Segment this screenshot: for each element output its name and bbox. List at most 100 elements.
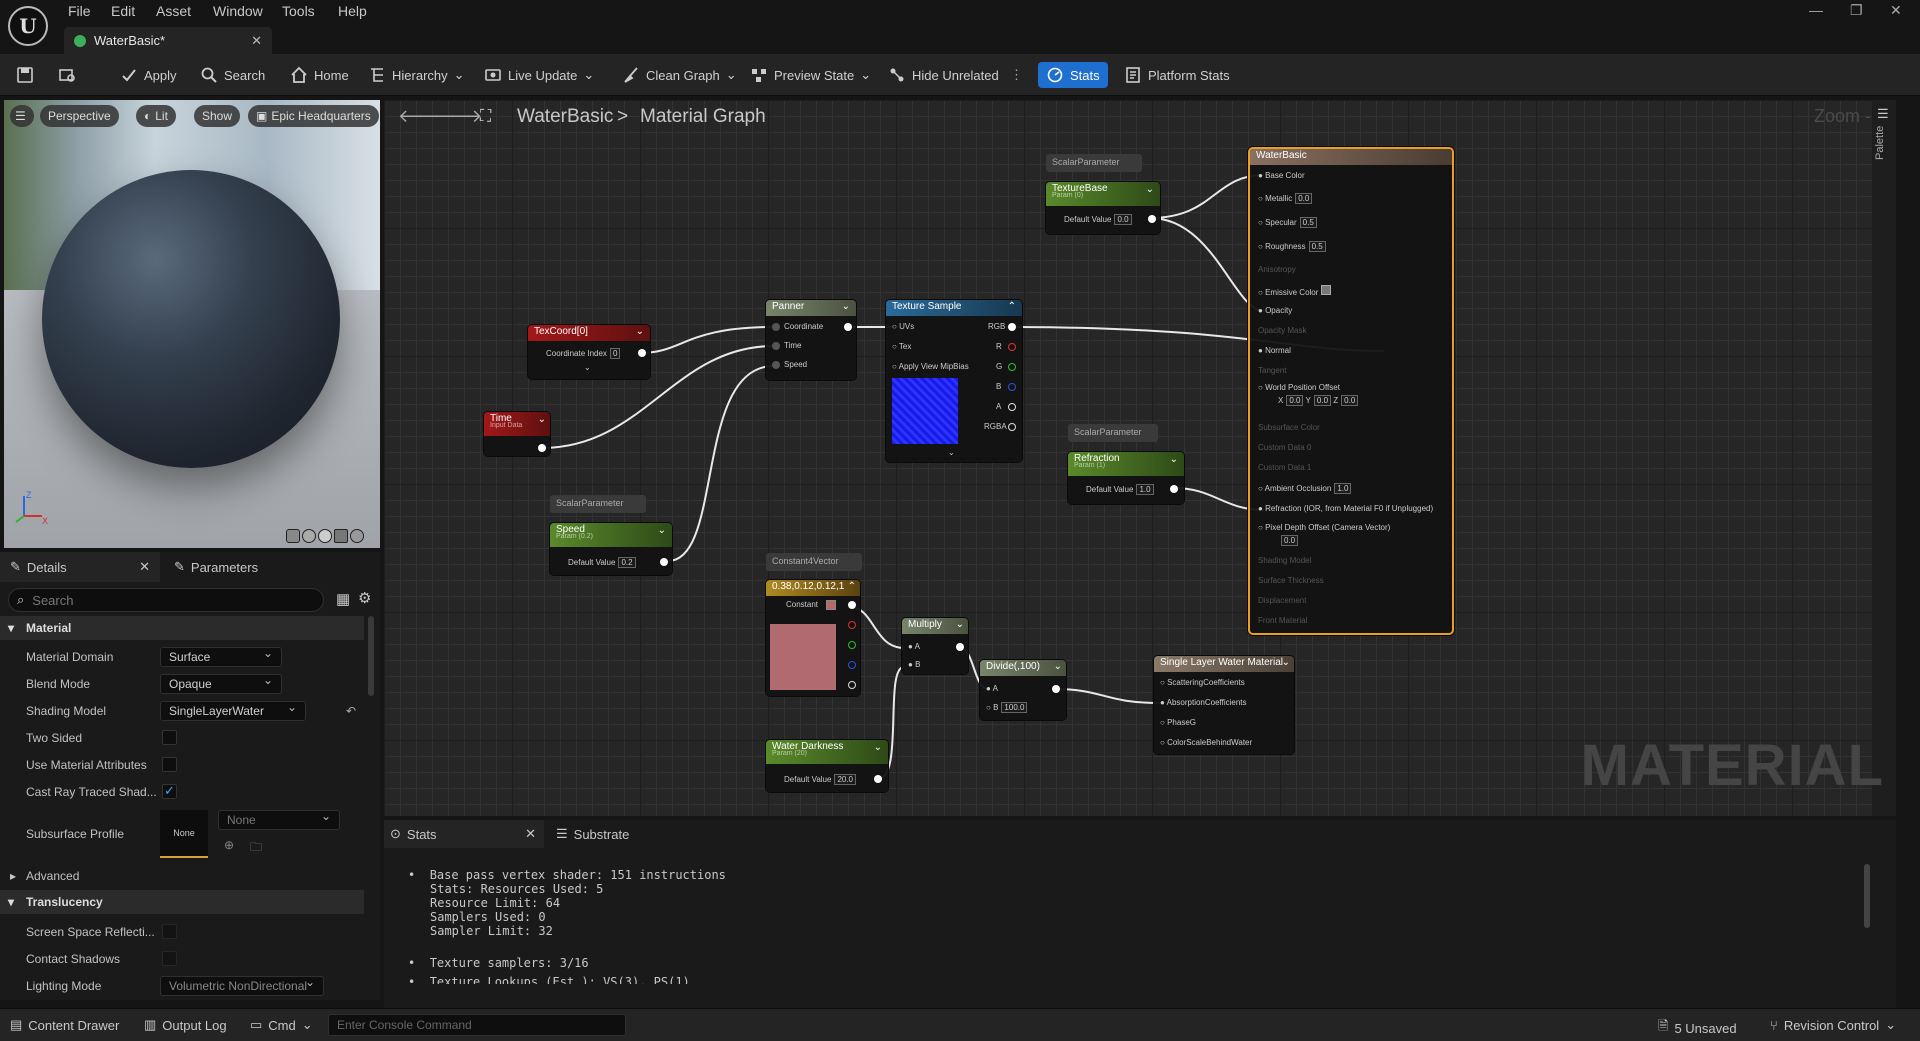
specular-pin[interactable]: ○ [1258, 218, 1263, 227]
metallic-value[interactable]: 0.0 [1295, 193, 1313, 204]
cast-ray-checkbox[interactable]: ✓ [162, 784, 177, 799]
wpo-pin[interactable]: ○ [1258, 383, 1263, 392]
refraction-output-pin[interactable] [1170, 485, 1178, 493]
panner-output-pin[interactable] [844, 323, 852, 331]
plane-icon[interactable] [318, 529, 332, 543]
more-options-icon[interactable]: ⋮ [1010, 62, 1023, 88]
texturebase-output-pin[interactable] [1148, 215, 1156, 223]
specular-value[interactable]: 0.5 [1299, 217, 1317, 228]
panner-time-pin[interactable] [772, 342, 780, 350]
roughness-pin[interactable]: ○ [1258, 242, 1263, 251]
perspective-button[interactable]: Perspective [40, 105, 119, 127]
stats-tab[interactable]: ⊙ Stats ✕ [384, 820, 544, 848]
home-button[interactable]: Home [290, 62, 349, 88]
divide-output-pin[interactable] [1052, 685, 1060, 693]
close-tab-icon[interactable]: ✕ [525, 826, 536, 842]
const-g-pin[interactable] [848, 641, 856, 649]
single-layer-water-node[interactable]: Single Layer Water Material ⌄ ○ Scatterin… [1154, 656, 1294, 754]
table-view-icon[interactable]: ▦ [336, 590, 350, 608]
advanced-row[interactable]: ▸ Advanced [0, 862, 368, 889]
divide-a-pin[interactable]: ● [986, 684, 991, 693]
blend-mode-select[interactable]: Opaque [160, 673, 282, 694]
search-button[interactable]: Search [200, 62, 265, 88]
document-tab[interactable]: WaterBasic* ✕ [64, 27, 272, 54]
speed-node[interactable]: Speed Param (0.2) ⌄ Default Value 0.2 [550, 523, 672, 575]
reset-icon[interactable]: ↶ [346, 704, 356, 718]
cube-icon[interactable] [334, 529, 348, 543]
cylinder-icon[interactable] [286, 529, 300, 543]
panner-node[interactable]: Panner ⌄ Coordinate Time Speed [766, 300, 856, 380]
revision-control-button[interactable]: ⑂ Revision Control ⌄ [1770, 1017, 1896, 1033]
time-node[interactable]: Time Input Data ⌄ [484, 412, 550, 456]
save-icon[interactable] [16, 62, 34, 88]
wpo-z-value[interactable]: 0.0 [1341, 395, 1359, 406]
wpo-y-value[interactable]: 0.0 [1313, 395, 1332, 406]
menu-help[interactable]: Help [338, 3, 367, 19]
live-update-button[interactable]: Live Update ⌄ [484, 62, 594, 88]
output-log-button[interactable]: ▥ Output Log [144, 1017, 227, 1033]
refraction-value[interactable]: 1.0 [1136, 484, 1154, 495]
slw-pin-1[interactable]: ● [1160, 698, 1165, 707]
texcoord-node[interactable]: TexCoord[0] ⌄ Coordinate Index 0 ⌄ [528, 325, 650, 379]
close-tab-icon[interactable]: ✕ [139, 559, 150, 575]
menu-edit[interactable]: Edit [111, 3, 135, 19]
emissive-swatch[interactable] [1320, 285, 1331, 295]
palette-sidebar[interactable]: ☰ Palette [1872, 100, 1896, 816]
clean-graph-button[interactable]: Clean Graph ⌄ [622, 62, 737, 88]
g-output-pin[interactable] [1008, 363, 1016, 371]
preview-state-button[interactable]: Preview State ⌄ [750, 62, 871, 88]
console-input[interactable]: Enter Console Command [328, 1014, 626, 1036]
material-section-header[interactable]: ▾ Material [0, 616, 364, 640]
sphere-icon[interactable] [302, 529, 316, 543]
rgba-output-pin[interactable] [1008, 423, 1016, 431]
const-b-pin[interactable] [848, 661, 856, 669]
browse-icon[interactable] [58, 62, 76, 88]
slw-pin-0[interactable]: ○ [1160, 678, 1165, 687]
r-output-pin[interactable] [1008, 343, 1016, 351]
material-graph[interactable]: 🡐 🡒 ⛶ WaterBasic > Material Graph Zoom -… [384, 100, 1896, 816]
shading-model-select[interactable]: SingleLayerWater [160, 700, 306, 721]
restore-icon[interactable]: ❐ [1850, 2, 1863, 19]
menu-asset[interactable]: Asset [156, 3, 191, 19]
use-selected-icon[interactable]: ⊕ [224, 838, 234, 852]
substrate-tab[interactable]: ☰ Substrate [550, 820, 700, 848]
ssr-checkbox[interactable] [162, 924, 177, 939]
b-output-pin[interactable] [1008, 383, 1016, 391]
apply-button[interactable]: Apply [120, 62, 177, 88]
preview-viewport[interactable]: ☰ Perspective ◐ Lit Show ▣ Epic Headquarte… [4, 100, 380, 548]
details-tab[interactable]: ✎ Details ✕ [0, 552, 160, 582]
opacity-pin[interactable]: ● [1258, 306, 1263, 315]
const-rgb-pin[interactable] [848, 601, 856, 609]
details-scrollbar[interactable] [368, 616, 374, 696]
slw-pin-3[interactable]: ○ [1160, 738, 1165, 747]
parameters-tab[interactable]: ✎ Parameters [170, 552, 330, 582]
emissive-pin[interactable]: ○ [1258, 288, 1263, 297]
details-search-input[interactable]: ⌕ Search [8, 588, 324, 612]
speed-value[interactable]: 0.2 [618, 557, 636, 568]
multiply-node[interactable]: Multiply ⌄ ● A ● B [902, 618, 968, 674]
lighting-mode-select[interactable]: Volumetric NonDirectional [160, 975, 324, 996]
unsaved-button[interactable]: 🗎 5 Unsaved [1658, 1017, 1737, 1039]
texturebase-node[interactable]: TextureBase Param (0) ⌄ Default Value 0.0 [1046, 182, 1160, 234]
close-tab-icon[interactable]: ✕ [251, 33, 262, 49]
metallic-pin[interactable]: ○ [1258, 194, 1263, 203]
platform-stats-button[interactable]: Platform Stats [1124, 62, 1230, 88]
material-domain-select[interactable]: Surface [160, 646, 282, 667]
ao-pin[interactable]: ○ [1258, 484, 1263, 493]
menu-tools[interactable]: Tools [282, 3, 315, 19]
tex-pin[interactable]: ○ [892, 342, 897, 351]
divide-node[interactable]: Divide(,100) ⌄ ● A ○ B 100.0 [980, 660, 1066, 720]
time-output-pin[interactable] [538, 444, 546, 452]
panner-coordinate-pin[interactable] [772, 323, 780, 331]
texture-sample-node[interactable]: Texture Sample ⌃ ○ UVs ○ Tex ○ Apply View… [886, 300, 1022, 462]
minimize-icon[interactable]: — [1809, 2, 1823, 18]
panner-speed-pin[interactable] [772, 361, 780, 369]
contact-shadows-checkbox[interactable] [162, 951, 177, 966]
show-button[interactable]: Show [194, 105, 241, 127]
water-darkness-value[interactable]: 20.0 [834, 774, 857, 785]
gear-icon[interactable]: ⚙ [358, 589, 371, 607]
texcoord-output-pin[interactable] [638, 349, 646, 357]
divide-b-value[interactable]: 100.0 [1001, 702, 1028, 713]
menu-window[interactable]: Window [213, 3, 263, 19]
content-drawer-button[interactable]: ▤ Content Drawer [10, 1017, 119, 1033]
